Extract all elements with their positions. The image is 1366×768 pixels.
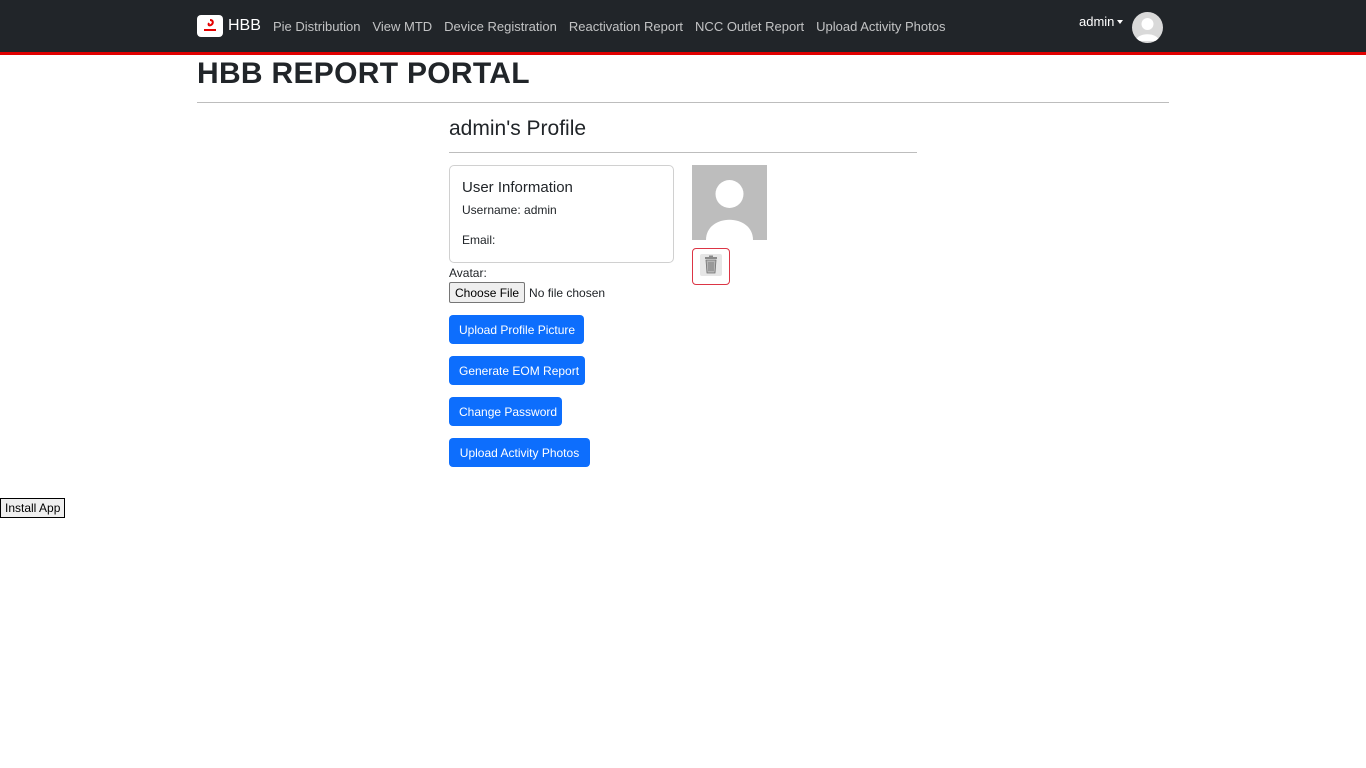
nav-links: Pie Distribution View MTD Device Registr… (267, 19, 952, 34)
trash-icon (699, 253, 723, 280)
airtel-logo-icon (197, 15, 223, 37)
top-navbar: HBB Pie Distribution View MTD Device Reg… (0, 0, 1366, 55)
page-title: HBB REPORT PORTAL (197, 57, 530, 90)
user-name: admin (1079, 14, 1115, 29)
nav-upload-activity-photos[interactable]: Upload Activity Photos (810, 19, 951, 34)
card-title: User Information (462, 179, 573, 196)
upload-profile-picture-button[interactable]: Upload Profile Picture (449, 315, 584, 344)
profile-title: admin's Profile (449, 117, 587, 140)
file-status-text: No file chosen (529, 285, 606, 300)
caret-down-icon (1117, 19, 1124, 24)
nav-ncc-outlet-report[interactable]: NCC Outlet Report (689, 19, 810, 34)
nav-reactivation-report[interactable]: Reactivation Report (563, 19, 689, 34)
upload-activity-photos-button[interactable]: Upload Activity Photos (449, 438, 590, 467)
nav-pie-distribution[interactable]: Pie Distribution (267, 19, 366, 34)
avatar-file-input[interactable]: Choose File No file chosen (449, 282, 605, 303)
user-dropdown[interactable]: admin (1079, 14, 1124, 29)
nav-view-mtd[interactable]: View MTD (366, 19, 438, 34)
brand-text: HBB (228, 17, 261, 34)
choose-file-button[interactable]: Choose File (449, 282, 526, 303)
username-text: Username: admin (462, 203, 557, 217)
delete-avatar-button[interactable] (692, 248, 730, 285)
profile-divider (449, 152, 917, 153)
change-password-button[interactable]: Change Password (449, 397, 562, 426)
profile-avatar-image (692, 165, 767, 240)
divider (197, 102, 1169, 103)
nav-device-registration[interactable]: Device Registration (438, 19, 563, 34)
install-app-button[interactable]: Install App (0, 498, 66, 518)
user-avatar-icon[interactable] (1132, 12, 1163, 43)
brand-link[interactable]: HBB (197, 15, 261, 37)
avatar-label: Avatar: (449, 266, 487, 280)
generate-eom-report-button[interactable]: Generate EOM Report (449, 356, 585, 385)
user-info-card: User Information Username: admin Email: (449, 165, 674, 263)
email-text: Email: (462, 233, 496, 247)
